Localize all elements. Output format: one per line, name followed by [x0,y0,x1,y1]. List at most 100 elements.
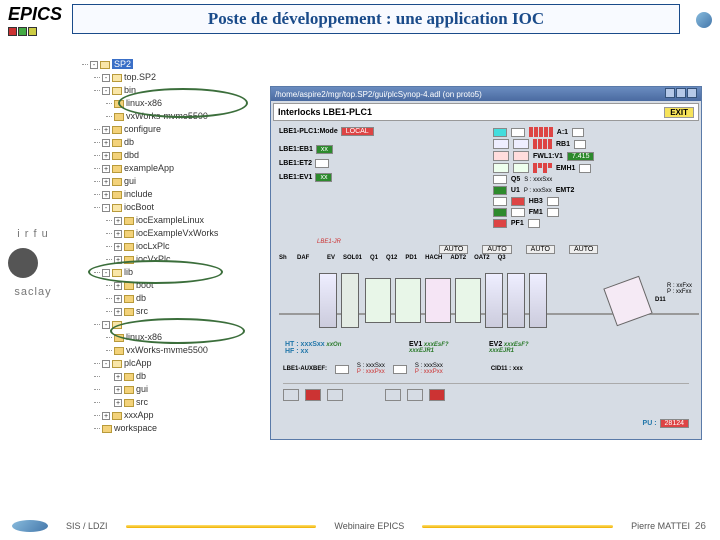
exit-button[interactable]: EXIT [664,107,694,118]
component-ev[interactable] [319,273,337,328]
tree-item[interactable]: src [136,397,148,407]
param-value [579,164,591,173]
tree-item[interactable]: xxxApp [124,410,154,420]
component-q3[interactable] [529,273,547,328]
ht-status: xxOn [326,342,341,348]
synoptic-window: /home/aspire2/mgr/top.SP2/gui/plcSynop-4… [270,86,702,440]
tree-item[interactable]: db [136,371,146,381]
synoptic-body: LBE1-PLC1:Mode LOCAL LBE1:EB1 xx LBE1:ET… [273,123,699,437]
tree-item[interactable]: iocBoot [124,202,154,212]
mode-label: LBE1-PLC1:Mode [279,128,338,135]
epics-logo-squares [8,27,62,36]
ht-label: HT : xxxSxx [285,341,325,348]
tree-item[interactable]: iocVxPlc [136,254,171,264]
bl-label: EV [327,255,335,261]
tree-item[interactable]: dbd [124,150,139,160]
component-sol[interactable] [341,273,359,328]
tree-item[interactable]: db [136,293,146,303]
expand-icon[interactable]: - [90,61,98,69]
irfu-label: i r f u [8,228,58,240]
component-q12[interactable] [395,278,421,323]
bl-label: Q12 [386,255,397,261]
status-row: LBE1-AUXBEF: S : xxxSxx P : xxxPxx S : x… [283,363,523,375]
param-aux: S : xxxSxx [524,177,552,183]
bullet-icon [696,12,712,28]
r-label: P : xxFxx [667,289,692,295]
row-label: LBE1:EV1 [279,174,312,181]
main-area: -SP2 -top.SP2 -bin linux-x86 vxWorks-mvm… [70,54,710,484]
slide-title: Poste de développement : une application… [72,4,680,34]
org-logos: i r f u saclay [8,220,58,306]
tree-root[interactable]: SP2 [112,59,133,69]
bl-label: OAT2 [474,255,490,261]
cea-logo [8,248,38,278]
footer-right: Pierre MATTEI [613,521,708,531]
readback-label: LBE1-JR [317,239,341,245]
tree-item[interactable]: lib [124,267,133,277]
param-label: HB3 [529,198,543,205]
component-adt[interactable] [485,273,503,328]
tree-item[interactable]: db [124,137,134,147]
param-label: FWL1:V1 [533,153,563,160]
epics-logo-block: EPICS [8,4,62,36]
param-label: Q5 [511,176,520,183]
bl-label: D11 [655,297,666,303]
tree-item[interactable]: bin [124,85,136,95]
param-label: RB1 [556,141,570,148]
tree-item[interactable]: configure [124,124,161,134]
tree-item[interactable]: src [136,306,148,316]
saclay-label: saclay [8,286,58,298]
component-magnet[interactable] [603,276,652,327]
cid-label: CID11 : xxx [491,366,523,372]
component-hach[interactable] [455,278,481,323]
window-controls[interactable] [664,88,697,100]
indicator: xx [315,173,332,182]
param-aux: P : xxxSxx [524,188,552,194]
tree-item[interactable]: plcApp [124,358,152,368]
tree-item[interactable]: gui [124,176,136,186]
bottom-indicators [283,389,445,401]
tree-item[interactable]: vxWorks-mvme5500 [126,111,208,121]
param-label: PF1 [511,220,524,227]
bl-label: DAF [297,255,309,261]
synoptic-titlebar: Interlocks LBE1-PLC1 EXIT [273,103,699,121]
tree-item[interactable]: workspace [114,423,157,433]
bl-label: HACH [425,255,442,261]
param-label: U1 [511,187,520,194]
component-oat[interactable] [507,273,525,328]
indicator [315,159,329,168]
slide-footer: SIS / LDZI Webinaire EPICS Pierre MATTEI [0,520,720,532]
mode-value: LOCAL [341,127,374,136]
window-path: /home/aspire2/mgr/top.SP2/gui/plcSynop-4… [275,90,482,99]
bl-label: SOL01 [343,255,362,261]
tree-item[interactable]: iocExampleLinux [136,215,204,225]
tree-item[interactable]: iocExampleVxWorks [136,228,218,238]
indicator: xx [316,145,333,154]
param-label: A:1 [557,129,568,136]
tree-item[interactable]: exampleApp [124,163,174,173]
ev-label: EV2 [489,341,502,348]
tree-item[interactable]: vxWorks-mvme5500 [126,345,208,355]
param-label: EMT2 [556,187,575,194]
param-value [574,140,586,149]
epics-logo-text: EPICS [8,4,62,25]
tree-item[interactable]: linux-x86 [126,332,162,342]
tree-item[interactable]: include [124,189,153,199]
tree-item[interactable]: linux-x86 [126,98,162,108]
param-label: EMH1 [556,165,575,172]
slide-header: EPICS Poste de développement : une appli… [0,0,720,38]
window-titlebar[interactable]: /home/aspire2/mgr/top.SP2/gui/plcSynop-4… [271,87,701,101]
tree-item[interactable]: top.SP2 [124,72,156,82]
bl-label: Sh [279,255,287,261]
tree-item[interactable]: iocLxPlc [136,241,170,251]
bl-label: PD1 [405,255,417,261]
component-pd1[interactable] [425,278,451,323]
tree-item[interactable]: gui [136,384,148,394]
tree-item[interactable]: boot [136,280,154,290]
indicator [511,128,525,137]
synoptic-title: Interlocks LBE1-PLC1 [278,107,372,117]
hf-label: HF : xx [285,348,308,355]
indicator [493,128,507,137]
component-q1[interactable] [365,278,391,323]
file-tree[interactable]: -SP2 -top.SP2 -bin linux-x86 vxWorks-mvm… [78,58,253,435]
